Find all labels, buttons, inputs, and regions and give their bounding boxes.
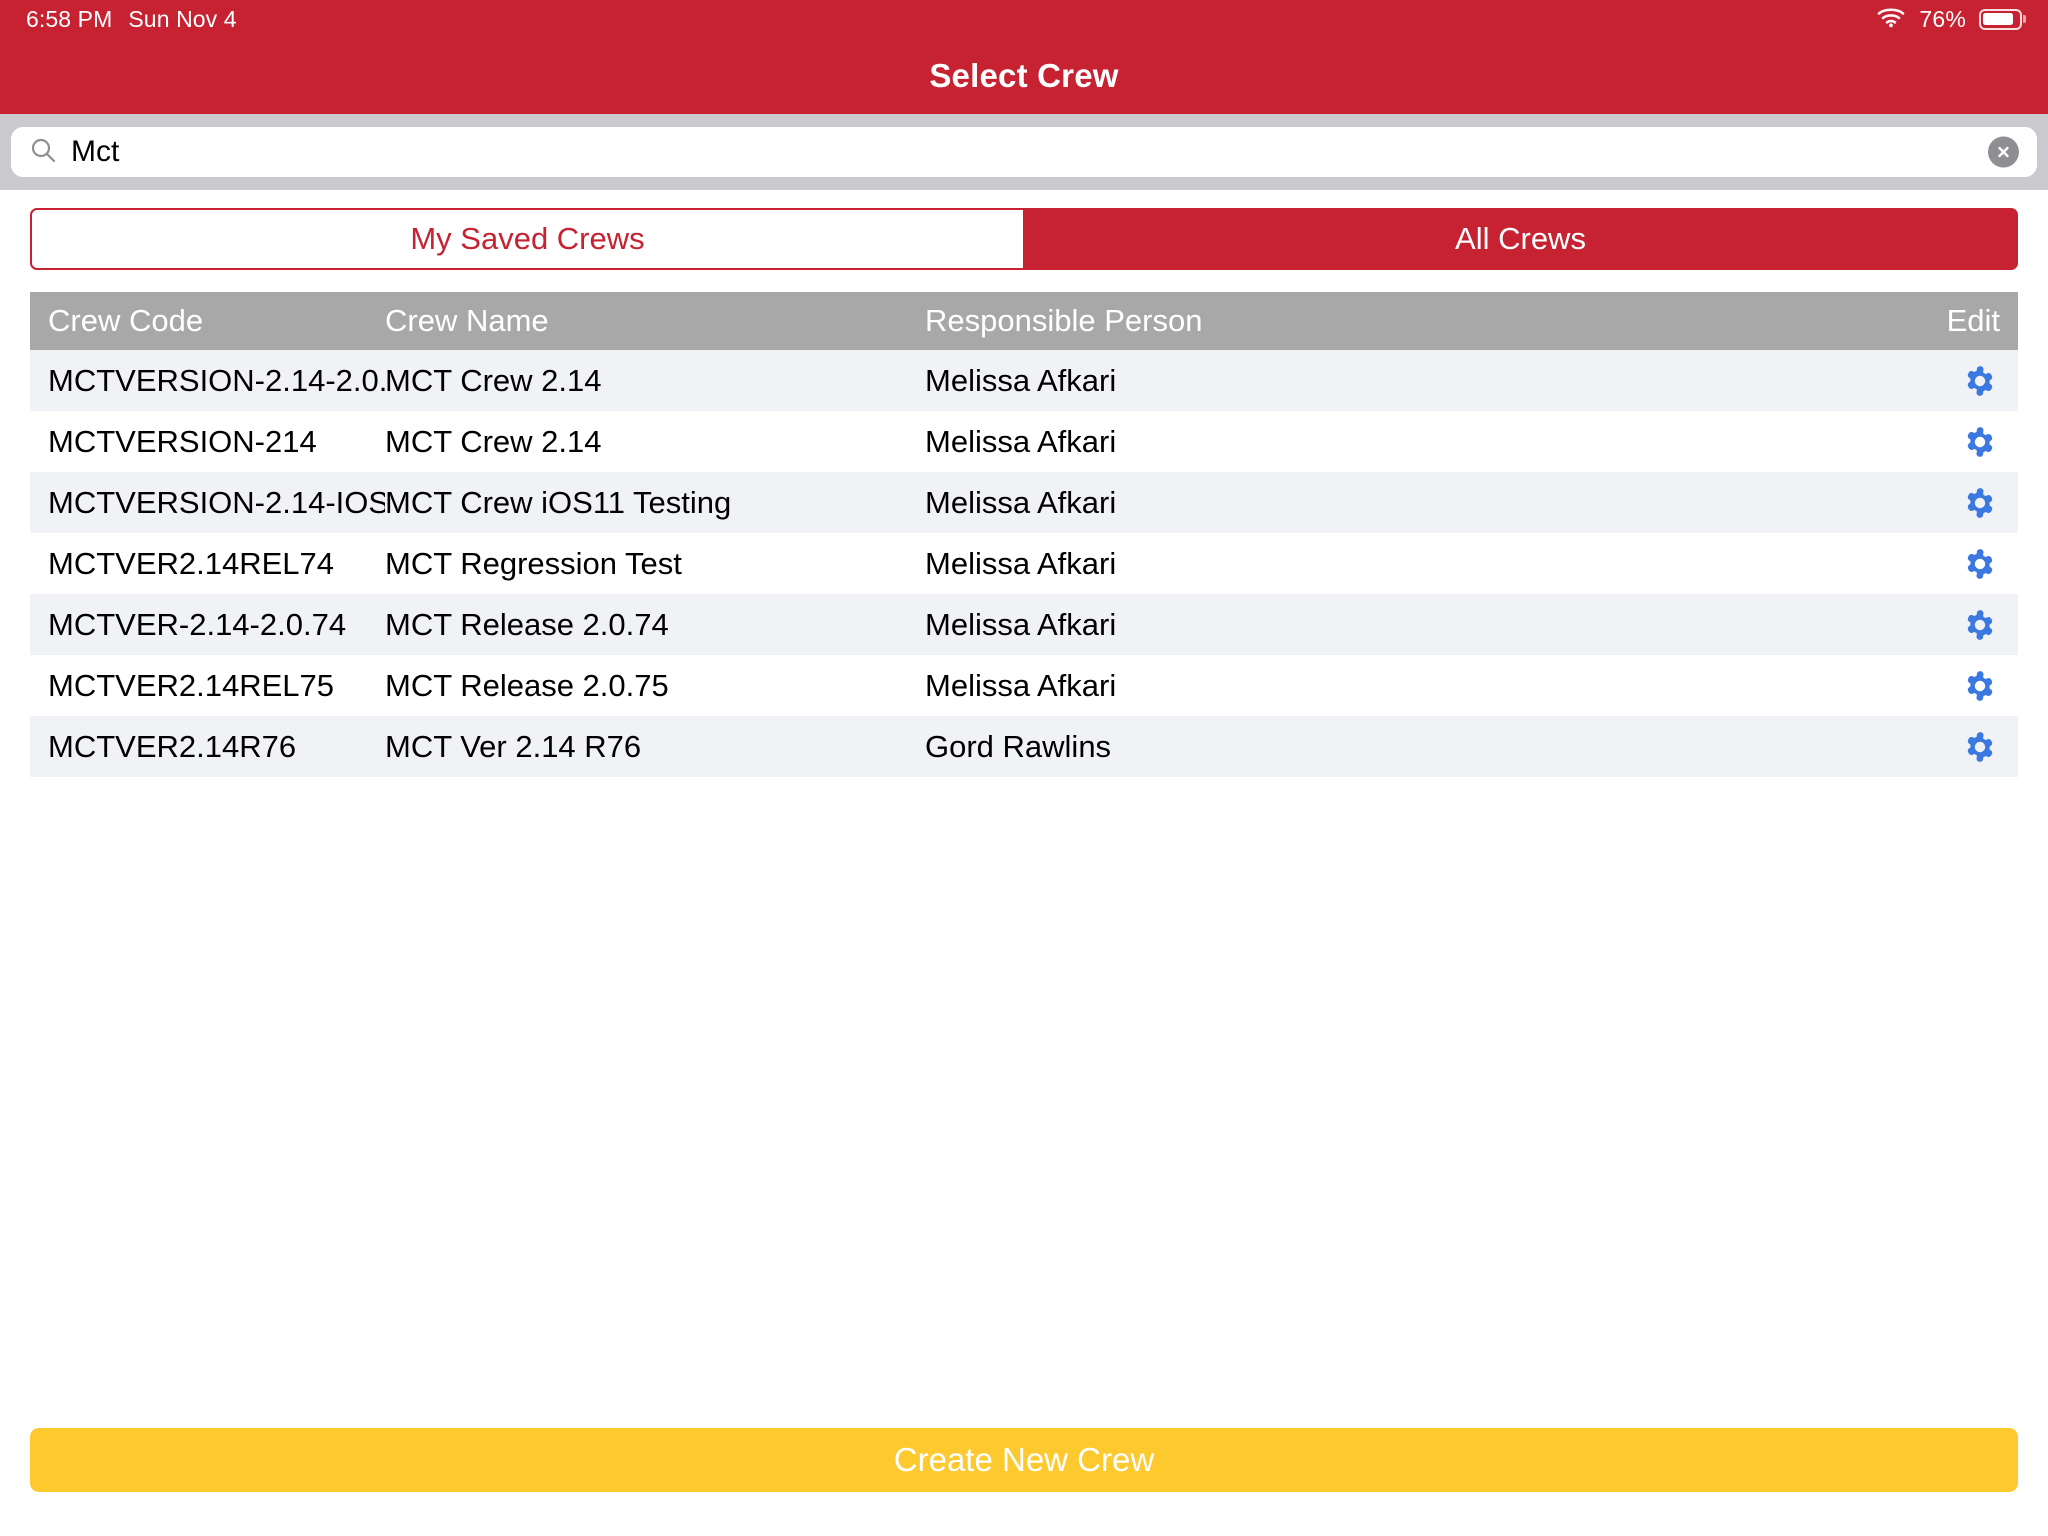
cell-crew-name: MCT Crew iOS11 Testing xyxy=(385,484,732,520)
page-title: Select Crew xyxy=(929,57,1119,94)
cell-crew-name: MCT Ver 2.14 R76 xyxy=(385,728,642,764)
tab-all-crews[interactable]: All Crews xyxy=(1024,208,2018,270)
wifi-icon xyxy=(1876,6,1906,33)
gear-icon[interactable] xyxy=(1960,544,2000,584)
gear-icon[interactable] xyxy=(1960,361,2000,401)
cell-edit xyxy=(1898,727,2018,767)
cell-responsible-person: Melissa Afkari xyxy=(925,545,1117,581)
table-header-row: Crew Code Crew Name Responsible Person E… xyxy=(30,292,2018,350)
cell-edit xyxy=(1898,422,2018,462)
cell-crew-name: MCT Crew 2.14 xyxy=(385,423,602,459)
cell-crew-name: MCT Release 2.0.75 xyxy=(385,667,669,703)
cell-edit xyxy=(1898,361,2018,401)
search-bar-container: Mct xyxy=(0,114,2048,190)
crew-scope-segmented-control: My Saved Crews All Crews xyxy=(30,208,2018,270)
gear-icon[interactable] xyxy=(1960,727,2000,767)
table-row[interactable]: MCTVERSION-2.14-2.0.... MCT Crew 2.14 Meli… xyxy=(30,350,2018,411)
cell-responsible-person: Melissa Afkari xyxy=(925,484,1117,520)
cell-responsible-person: Gord Rawlins xyxy=(925,728,1112,764)
table-row[interactable]: MCTVER2.14R76 MCT Ver 2.14 R76 Gord Rawlin… xyxy=(30,716,2018,777)
cell-crew-name: MCT Regression Test xyxy=(385,545,682,581)
column-header-edit: Edit xyxy=(1946,303,2000,338)
table-row[interactable]: MCTVER2.14REL75 MCT Release 2.0.75 Melissa… xyxy=(30,655,2018,716)
cell-edit xyxy=(1898,483,2018,523)
gear-icon[interactable] xyxy=(1960,483,2000,523)
table-row[interactable]: MCTVER2.14REL74 MCT Regression Test Meliss… xyxy=(30,533,2018,594)
table-row[interactable]: MCTVER-2.14-2.0.74 MCT Release 2.0.74 Meli… xyxy=(30,594,2018,655)
table-row[interactable]: MCTVERSION-2.14-IOS… MCT Crew iOS11 Testi… xyxy=(30,472,2018,533)
cell-responsible-person: Melissa Afkari xyxy=(925,606,1117,642)
tab-my-saved-crews[interactable]: My Saved Crews xyxy=(30,208,1024,270)
status-bar-right: 76% xyxy=(1876,6,2022,33)
column-header-crew-code: Crew Code xyxy=(48,303,204,338)
cell-responsible-person: Melissa Afkari xyxy=(925,423,1117,459)
column-header-responsible-person: Responsible Person xyxy=(925,303,1203,338)
status-bar-left: 6:58 PM Sun Nov 4 xyxy=(26,6,237,33)
cell-crew-code: MCTVER2.14R76 xyxy=(48,728,297,764)
table-body: MCTVERSION-2.14-2.0.... MCT Crew 2.14 Meli… xyxy=(30,350,2018,777)
status-date: Sun Nov 4 xyxy=(128,5,237,32)
cell-edit xyxy=(1898,605,2018,645)
clear-icon[interactable] xyxy=(1988,136,2019,168)
footer-bar: Create New Crew xyxy=(0,1424,2048,1536)
cell-responsible-person: Melissa Afkari xyxy=(925,362,1117,398)
crew-table: Crew Code Crew Name Responsible Person E… xyxy=(30,292,2018,777)
cell-crew-name: MCT Release 2.0.74 xyxy=(385,606,669,642)
tab-my-saved-crews-label: My Saved Crews xyxy=(410,221,645,256)
search-input[interactable]: Mct xyxy=(11,127,2037,177)
cell-crew-code: MCTVER2.14REL75 xyxy=(48,667,335,703)
table-row[interactable]: MCTVERSION-214 MCT Crew 2.14 Melissa Afkar… xyxy=(30,411,2018,472)
create-new-crew-button[interactable]: Create New Crew xyxy=(30,1427,2018,1492)
tab-all-crews-label: All Crews xyxy=(1455,221,1586,256)
cell-edit xyxy=(1898,666,2018,706)
cell-edit xyxy=(1898,544,2018,584)
cell-crew-code: MCTVER-2.14-2.0.74 xyxy=(48,606,347,642)
battery-icon xyxy=(1979,8,2022,30)
battery-percent-label: 76% xyxy=(1919,5,1966,32)
navigation-bar: Select Crew xyxy=(0,38,2048,114)
cell-crew-code: MCTVERSION-214 xyxy=(48,423,317,459)
gear-icon[interactable] xyxy=(1960,605,2000,645)
column-header-crew-name: Crew Name xyxy=(385,303,549,338)
cell-responsible-person: Melissa Afkari xyxy=(925,667,1117,703)
cell-crew-code: MCTVER2.14REL74 xyxy=(48,545,335,581)
search-input-value: Mct xyxy=(71,135,120,168)
search-icon xyxy=(29,136,57,169)
cell-crew-name: MCT Crew 2.14 xyxy=(385,362,602,398)
status-time: 6:58 PM xyxy=(26,5,113,32)
gear-icon[interactable] xyxy=(1960,666,2000,706)
gear-icon[interactable] xyxy=(1960,422,2000,462)
cell-crew-code: MCTVERSION-2.14-IOS… xyxy=(48,484,385,520)
cell-crew-code: MCTVERSION-2.14-2.0.... xyxy=(48,362,385,398)
status-bar: 6:58 PM Sun Nov 4 76% xyxy=(0,0,2048,38)
create-new-crew-label: Create New Crew xyxy=(893,1440,1155,1478)
